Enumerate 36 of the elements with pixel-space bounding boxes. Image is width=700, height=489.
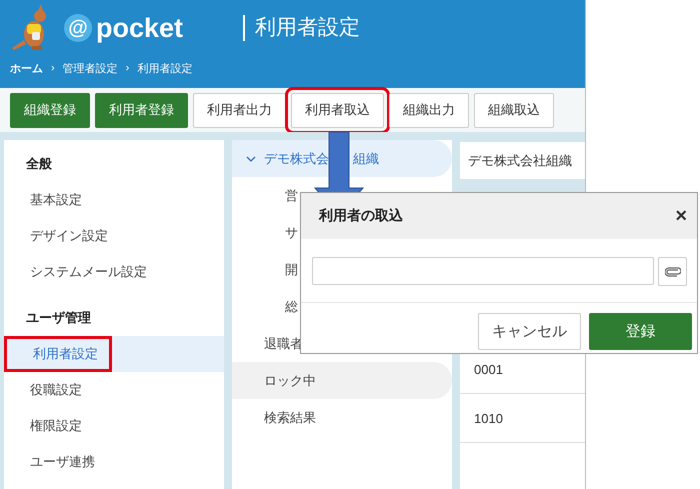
register-button[interactable]: 登録 [589, 313, 692, 350]
tree-item[interactable]: ロック中 [232, 362, 452, 399]
sidebar-heading: 全般 [25, 155, 53, 173]
toolbar-button[interactable]: 利用者出力 [193, 92, 286, 128]
breadcrumb-separator: › [126, 62, 130, 74]
sidebar-item[interactable]: ユーザ連携 [4, 444, 224, 480]
file-field[interactable] [312, 257, 654, 285]
sidebar-item[interactable]: 権限設定 [4, 408, 224, 444]
tree-item-text: 組織 [353, 150, 379, 168]
breadcrumb-link[interactable]: ホーム [10, 60, 43, 76]
sidebar-item[interactable]: 利用者設定 [4, 336, 224, 372]
logo-text: pocket [96, 12, 184, 44]
close-button[interactable]: × [675, 204, 687, 228]
sidebar-item[interactable]: デザイン設定 [4, 218, 224, 254]
tree-item[interactable]: 検索結果 [232, 399, 452, 436]
breadcrumb-link[interactable]: 管理者設定 [62, 60, 118, 76]
toolbar-button[interactable]: 組織出力 [389, 92, 469, 128]
toolbar-button[interactable]: 利用者登録 [95, 92, 188, 128]
breadcrumb-link[interactable]: 利用者設定 [137, 60, 192, 76]
sidebar-heading: ユーザ管理 [25, 309, 92, 327]
cancel-button[interactable]: キャンセル [478, 313, 581, 350]
breadcrumb-separator: › [51, 62, 55, 74]
tree-item[interactable]: デモ株式会 組織 [232, 140, 452, 177]
group-heading: デモ株式会社組織 [460, 142, 585, 179]
attach-button[interactable] [658, 257, 687, 286]
toolbar-button[interactable]: 組織登録 [10, 92, 90, 128]
tree-item-text: デモ株式会 [264, 150, 329, 168]
paperclip-icon [664, 266, 680, 276]
sidebar-item[interactable]: 基本設定 [4, 182, 224, 218]
toolbar-button[interactable]: 組織取込 [474, 92, 554, 128]
sidebar-item[interactable]: システムメール設定 [4, 254, 224, 290]
table-cell: 1010 [460, 394, 585, 443]
logo-at: @ [64, 14, 92, 42]
dialog-title: 利用者の取込 [319, 207, 403, 225]
sidebar-item[interactable]: 役職設定 [4, 372, 224, 408]
page-title: 利用者設定 [243, 15, 360, 41]
